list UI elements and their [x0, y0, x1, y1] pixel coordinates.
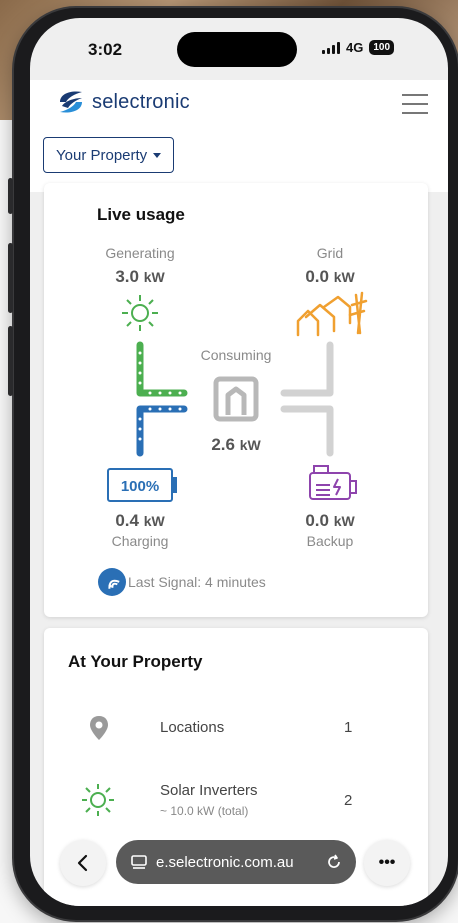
brand-name: selectronic [92, 90, 190, 113]
status-bar: 3:02 4G 100 [30, 18, 448, 80]
battery-flow-line [136, 405, 188, 457]
sun-icon [82, 784, 114, 816]
svg-text:100%: 100% [121, 478, 159, 495]
locations-count: 1 [344, 719, 353, 736]
status-time: 3:02 [88, 40, 123, 59]
network-label: 4G [346, 40, 364, 55]
browser-back-button[interactable] [60, 840, 106, 886]
more-options-icon: ••• [378, 854, 396, 871]
solar-inverters-count: 2 [344, 792, 353, 809]
location-pin-icon [90, 716, 108, 740]
signal-bars-icon [322, 41, 340, 54]
grid-icon [296, 291, 368, 337]
more-options-button[interactable]: ••• [364, 840, 410, 886]
locations-label: Locations [160, 719, 225, 736]
dynamic-island [177, 32, 297, 67]
selectronic-logo-icon [60, 91, 82, 113]
at-your-property-title: At Your Property [68, 652, 203, 671]
energy-flow-diagram: 100% [107, 291, 368, 502]
live-usage-card: Live usage Generating 3.0 kW Grid 0.0 kW… [44, 183, 428, 617]
phone-screen: 3:02 4G 100 selectronic Your Property Li… [30, 18, 448, 906]
home-icon [213, 376, 259, 422]
battery-icon: 100 [369, 40, 395, 55]
solar-flow-line [136, 341, 188, 397]
tab-icon [131, 855, 147, 869]
backup-label: Backup [306, 533, 354, 549]
hamburger-menu-icon[interactable] [402, 94, 428, 114]
phone-side-button [8, 178, 13, 214]
solar-inverters-total: ~ 10.0 kW (total) [160, 804, 249, 818]
last-signal: Last Signal: 4 minutes [98, 568, 266, 596]
reload-icon[interactable] [326, 854, 342, 870]
status-icons: 4G 100 [322, 40, 395, 55]
chevron-left-icon [77, 854, 88, 872]
top-navbar: selectronic [30, 80, 448, 140]
caret-down-icon [153, 152, 162, 158]
wifi-signal-icon [98, 568, 126, 596]
browser-toolbar: e.selectronic.com.au ••• [30, 818, 448, 906]
grid-flow-line [280, 341, 334, 397]
battery-icon: 100% [107, 468, 177, 502]
solar-inverters-label: Solar Inverters [160, 782, 258, 799]
list-item-locations[interactable]: Locations 1 [44, 704, 428, 764]
backup-value: 0.0 kW [305, 511, 355, 530]
url-text: e.selectronic.com.au [156, 853, 294, 871]
phone-volume-down-button [8, 326, 13, 396]
backup-flow-line [280, 405, 334, 457]
sun-icon [122, 295, 158, 331]
battery-value: 0.4 kW [115, 511, 165, 530]
generator-icon [309, 465, 357, 500]
your-property-label: Your Property [56, 146, 148, 164]
address-bar[interactable]: e.selectronic.com.au [116, 840, 356, 884]
last-signal-text: Last Signal: 4 minutes [128, 574, 266, 590]
charging-label: Charging [111, 533, 169, 549]
brand-logo[interactable]: selectronic [56, 88, 190, 116]
your-property-dropdown[interactable]: Your Property [43, 137, 175, 173]
phone-volume-up-button [8, 243, 13, 313]
